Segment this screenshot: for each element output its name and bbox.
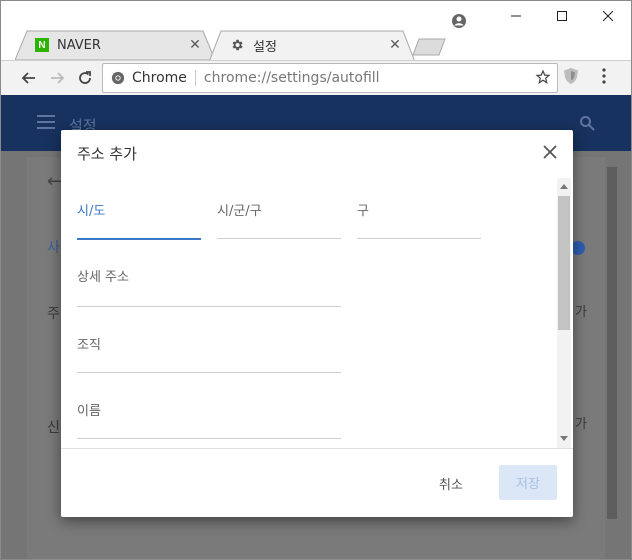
district-field[interactable]: 시/군/구: [217, 200, 341, 240]
organization-field[interactable]: 조직: [77, 334, 341, 374]
organization-label: 조직: [77, 338, 101, 353]
field-underline: [77, 306, 341, 307]
page-scrollbar: [607, 167, 617, 519]
close-icon[interactable]: ✕: [187, 37, 203, 53]
dialog-title: 주소 추가: [77, 145, 137, 163]
city-field[interactable]: 시/도: [77, 200, 201, 240]
scroll-up-icon[interactable]: [560, 183, 568, 189]
scroll-down-icon[interactable]: [560, 436, 568, 442]
close-icon[interactable]: [543, 145, 557, 159]
field-underline: [77, 438, 341, 439]
autofill-toggle: [571, 241, 585, 255]
name-field[interactable]: 이름: [77, 400, 341, 440]
tab-naver[interactable]: N NAVER ✕: [15, 30, 215, 60]
address-detail-label: 상세 주소: [77, 270, 129, 285]
gear-icon: [229, 37, 245, 53]
close-window-button[interactable]: [585, 1, 631, 31]
menu-dots-icon[interactable]: [599, 67, 609, 85]
forward-button[interactable]: [47, 68, 67, 88]
maximize-button[interactable]: [539, 1, 585, 31]
hamburger-menu-icon[interactable]: [37, 115, 55, 129]
back-arrow-icon: ←: [47, 171, 63, 192]
close-icon[interactable]: ✕: [387, 37, 403, 53]
reload-button[interactable]: [75, 68, 95, 88]
field-underline: [77, 372, 341, 373]
back-button[interactable]: [19, 68, 39, 88]
omnibox[interactable]: Chrome chrome://settings/autofill: [102, 63, 558, 93]
gu-field[interactable]: 구: [357, 200, 481, 240]
url-text[interactable]: chrome://settings/autofill: [204, 70, 380, 86]
omnibox-divider: [194, 70, 196, 86]
add-address-dialog: 주소 추가 시/도 시/군/구 구 상세 주소 조직 이름 취소 저장: [61, 130, 573, 517]
search-icon[interactable]: [579, 115, 595, 131]
tab-title: 설정: [253, 39, 277, 55]
field-underline: [77, 238, 201, 240]
dialog-body: 시/도 시/군/구 구 상세 주소 조직 이름: [61, 178, 573, 448]
new-tab-button[interactable]: [411, 37, 447, 57]
browser-window: N NAVER ✕ 설정 ✕ Chrome chrome://settings/…: [0, 0, 632, 560]
chrome-icon: [111, 71, 125, 85]
bg-suffix-2: 가: [575, 417, 587, 432]
bg-text-card: 신: [47, 420, 60, 436]
bg-text-address: 주: [47, 306, 60, 322]
city-field-label: 시/도: [77, 204, 106, 219]
forward-arrow-icon: [51, 72, 65, 84]
reload-icon: [79, 71, 91, 84]
bg-section-label: 사: [47, 240, 60, 256]
field-underline: [357, 238, 481, 239]
save-button[interactable]: 저장: [499, 465, 557, 500]
dialog-scrollbar[interactable]: [557, 178, 571, 448]
minimize-button[interactable]: [493, 1, 539, 31]
cancel-button[interactable]: 취소: [431, 470, 471, 497]
shield-extension-icon[interactable]: [563, 67, 579, 85]
profile-icon[interactable]: [451, 13, 467, 29]
tab-settings[interactable]: 설정 ✕: [209, 30, 415, 62]
omnibox-chrome-label: Chrome: [132, 70, 187, 86]
bookmark-star-icon[interactable]: [535, 69, 551, 85]
field-underline: [217, 238, 341, 239]
title-bar: N NAVER ✕ 설정 ✕: [1, 1, 631, 63]
window-controls: [493, 1, 631, 31]
back-arrow-icon: [21, 72, 35, 84]
naver-icon: N: [35, 38, 49, 52]
bg-suffix-1: 가: [575, 305, 587, 320]
district-field-label: 시/군/구: [217, 204, 262, 219]
gu-field-label: 구: [357, 204, 369, 219]
scrollbar-thumb[interactable]: [558, 196, 570, 330]
dialog-divider: [61, 448, 573, 449]
name-label: 이름: [77, 404, 101, 419]
tab-title: NAVER: [57, 37, 101, 53]
address-detail-field[interactable]: 상세 주소: [77, 266, 341, 308]
